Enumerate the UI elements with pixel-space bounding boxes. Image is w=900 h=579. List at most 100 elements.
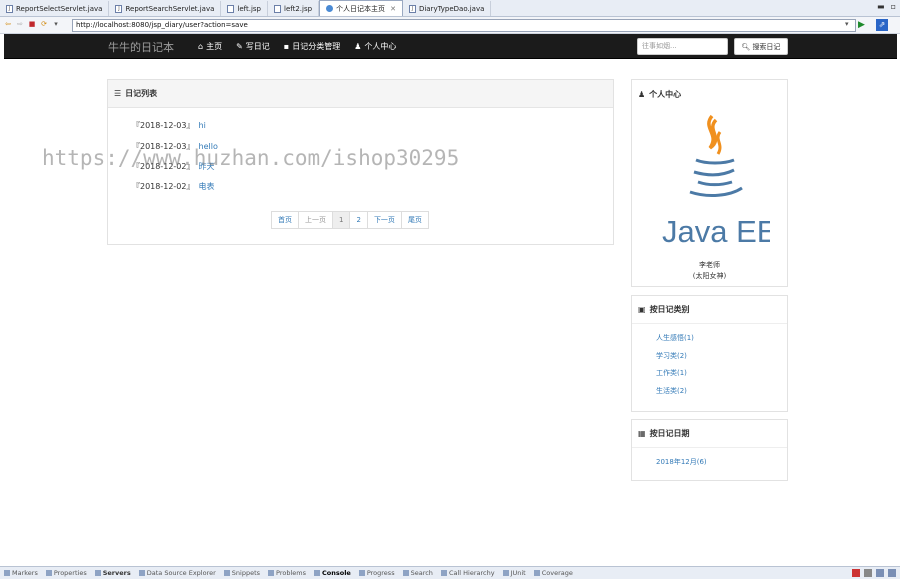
tab-browser-homepage[interactable]: 个人日记本主页 ✕ [319,0,403,16]
editor-tab-bar: J ReportSelectServlet.java J ReportSearchS… [0,0,900,17]
user-icon: ♟ [638,89,646,99]
tab-label: ReportSelectServlet.java [16,4,103,13]
tab-left2-jsp[interactable]: left2.jsp [268,1,320,16]
profile-motto: (太阳女神) [692,272,727,280]
page-2[interactable]: 2 [349,211,368,229]
view-label: Servers [102,569,131,577]
back-icon[interactable]: ⇦ [4,20,12,28]
panel-heading: ♟ 个人中心 [632,80,787,108]
tab-label: ReportSearchServlet.java [125,4,215,13]
nav-label: 个人中心 [364,42,397,51]
category-link[interactable]: 人生感悟(1) [656,333,694,343]
tab-label: 个人日记本主页 [336,4,386,13]
forward-icon[interactable]: ⇨ [16,20,24,28]
url-input[interactable]: http://localhost:8080/jsp_diary/user?act… [72,19,856,32]
panel-heading: ▣ 按日记类别 [632,296,787,324]
page-prev[interactable]: 上一页 [298,211,333,229]
view-tab-search[interactable]: Search [402,569,433,577]
external-browser-icon[interactable]: ⇗ [876,19,888,31]
site-brand[interactable]: 牛牛的日记本 [108,39,174,55]
view-tab-call-hierarchy[interactable]: Call Hierarchy [440,569,495,577]
java-file-icon: J [6,4,13,13]
stop-icon[interactable]: ■ [28,20,36,28]
view-tab-servers[interactable]: Servers [94,569,131,577]
close-icon[interactable]: ✕ [390,5,396,13]
list-item: 『2018-12-03』 hello [132,141,218,152]
category-link[interactable]: 学习类(2) [656,351,687,361]
page-first[interactable]: 首页 [271,211,299,229]
category-link[interactable]: 生活类(2) [656,386,687,396]
terminate-icon[interactable] [852,569,860,577]
page-next[interactable]: 下一页 [366,211,402,229]
diary-date: 『2018-12-03』 [132,121,195,130]
tab-report-select-servlet[interactable]: J ReportSelectServlet.java [0,1,110,16]
minimize-icon[interactable]: ▬ [877,2,885,11]
clear-console-icon[interactable] [876,569,884,577]
refresh-icon[interactable]: ⟳ [40,20,48,28]
search-input[interactable]: 往事如烟... [637,38,728,55]
search-button[interactable]: 🔍︎ 搜索日记 [734,38,788,55]
diary-title-link[interactable]: hello [199,142,218,151]
view-label: JUnit [510,569,526,577]
view-tab-properties[interactable]: Properties [45,569,87,577]
diary-title-link[interactable]: 电表 [199,182,215,191]
search-button-label: 搜索日记 [752,42,781,51]
browser-toolbar: ⇦ ⇨ ■ ⟳ ▾ http://localhost:8080/jsp_diar… [0,17,900,34]
category-link[interactable]: 工作类(1) [656,368,687,378]
servers-icon [94,570,101,576]
diary-title-link[interactable]: hi [199,121,206,130]
view-label: Coverage [541,569,573,577]
tab-report-search-servlet[interactable]: J ReportSearchServlet.java [109,1,222,16]
date-link[interactable]: 2018年12月(6) [656,457,707,467]
chevron-down-icon[interactable]: ▾ [845,20,849,28]
nav-label: 日记分类管理 [292,42,341,51]
view-label: Markers [12,569,38,577]
view-label: Snippets [231,569,261,577]
view-tab-problems[interactable]: Problems [268,569,306,577]
view-tab-console[interactable]: Console [314,569,351,577]
site-navbar: 牛牛的日记本 ⌂ 主页 ✎ 写日记 ▪ 日记分类管理 ♟ 个人中心 往事如烟... 🔍︎… [4,34,897,59]
list-item: 『2018-12-02』 昨天 [132,161,215,172]
nav-personal-center[interactable]: ♟ 个人中心 [354,41,396,52]
go-icon[interactable]: ▶ [858,20,868,30]
diary-date: 『2018-12-03』 [132,142,195,151]
window-controls: ▬ ▫ [877,2,896,11]
page-1[interactable]: 1 [332,211,351,229]
nav-category-manage[interactable]: ▪ 日记分类管理 [284,41,340,52]
book-icon: ▣ [638,305,646,314]
diary-list-panel: ☰ 日记列表 『2018-12-03』 hi 『2018-12-03』 hello 『… [107,79,614,245]
maximize-icon[interactable]: ▫ [891,2,896,11]
view-tab-markers[interactable]: Markers [4,569,38,577]
view-label: Search [410,569,433,577]
view-label: Data Source Explorer [146,569,216,577]
panel-title: 按日记日期 [649,429,690,438]
panel-title: 个人中心 [649,89,682,99]
nav-links: ⌂ 主页 ✎ 写日记 ▪ 日记分类管理 ♟ 个人中心 [198,34,396,59]
remove-launch-icon[interactable] [864,569,872,577]
tab-left-jsp[interactable]: left.jsp [221,1,268,16]
java-ee-logo: Java EE [654,110,777,258]
scroll-lock-icon[interactable] [888,569,896,577]
markers-icon [4,570,10,576]
nav-write-diary[interactable]: ✎ 写日记 [236,41,270,52]
tab-diary-type-dao[interactable]: J DiaryTypeDao.java [403,1,492,16]
pencil-icon: ✎ [236,42,243,51]
page-last[interactable]: 尾页 [400,211,429,229]
diary-title-link[interactable]: 昨天 [199,162,215,171]
diary-date: 『2018-12-02』 [132,162,195,171]
java-file-icon: J [115,4,123,13]
list-item: 『2018-12-03』 hi [132,120,206,131]
tab-label: left.jsp [237,4,261,13]
nav-label: 主页 [206,42,223,51]
tab-label: DiaryTypeDao.java [418,4,485,13]
search-icon: 🔍︎ [741,42,751,51]
view-tab-snippets[interactable]: Snippets [223,569,261,577]
nav-home[interactable]: ⌂ 主页 [198,41,222,52]
menu-dropdown-icon[interactable]: ▾ [52,20,60,28]
view-tab-progress[interactable]: Progress [358,569,395,577]
view-label: Call Hierarchy [448,569,495,577]
list-item: 『2018-12-02』 电表 [132,181,215,192]
view-tab-coverage[interactable]: Coverage [533,569,573,577]
view-tab-data-source[interactable]: Data Source Explorer [138,569,216,577]
view-tab-junit[interactable]: JUnit [502,569,526,577]
